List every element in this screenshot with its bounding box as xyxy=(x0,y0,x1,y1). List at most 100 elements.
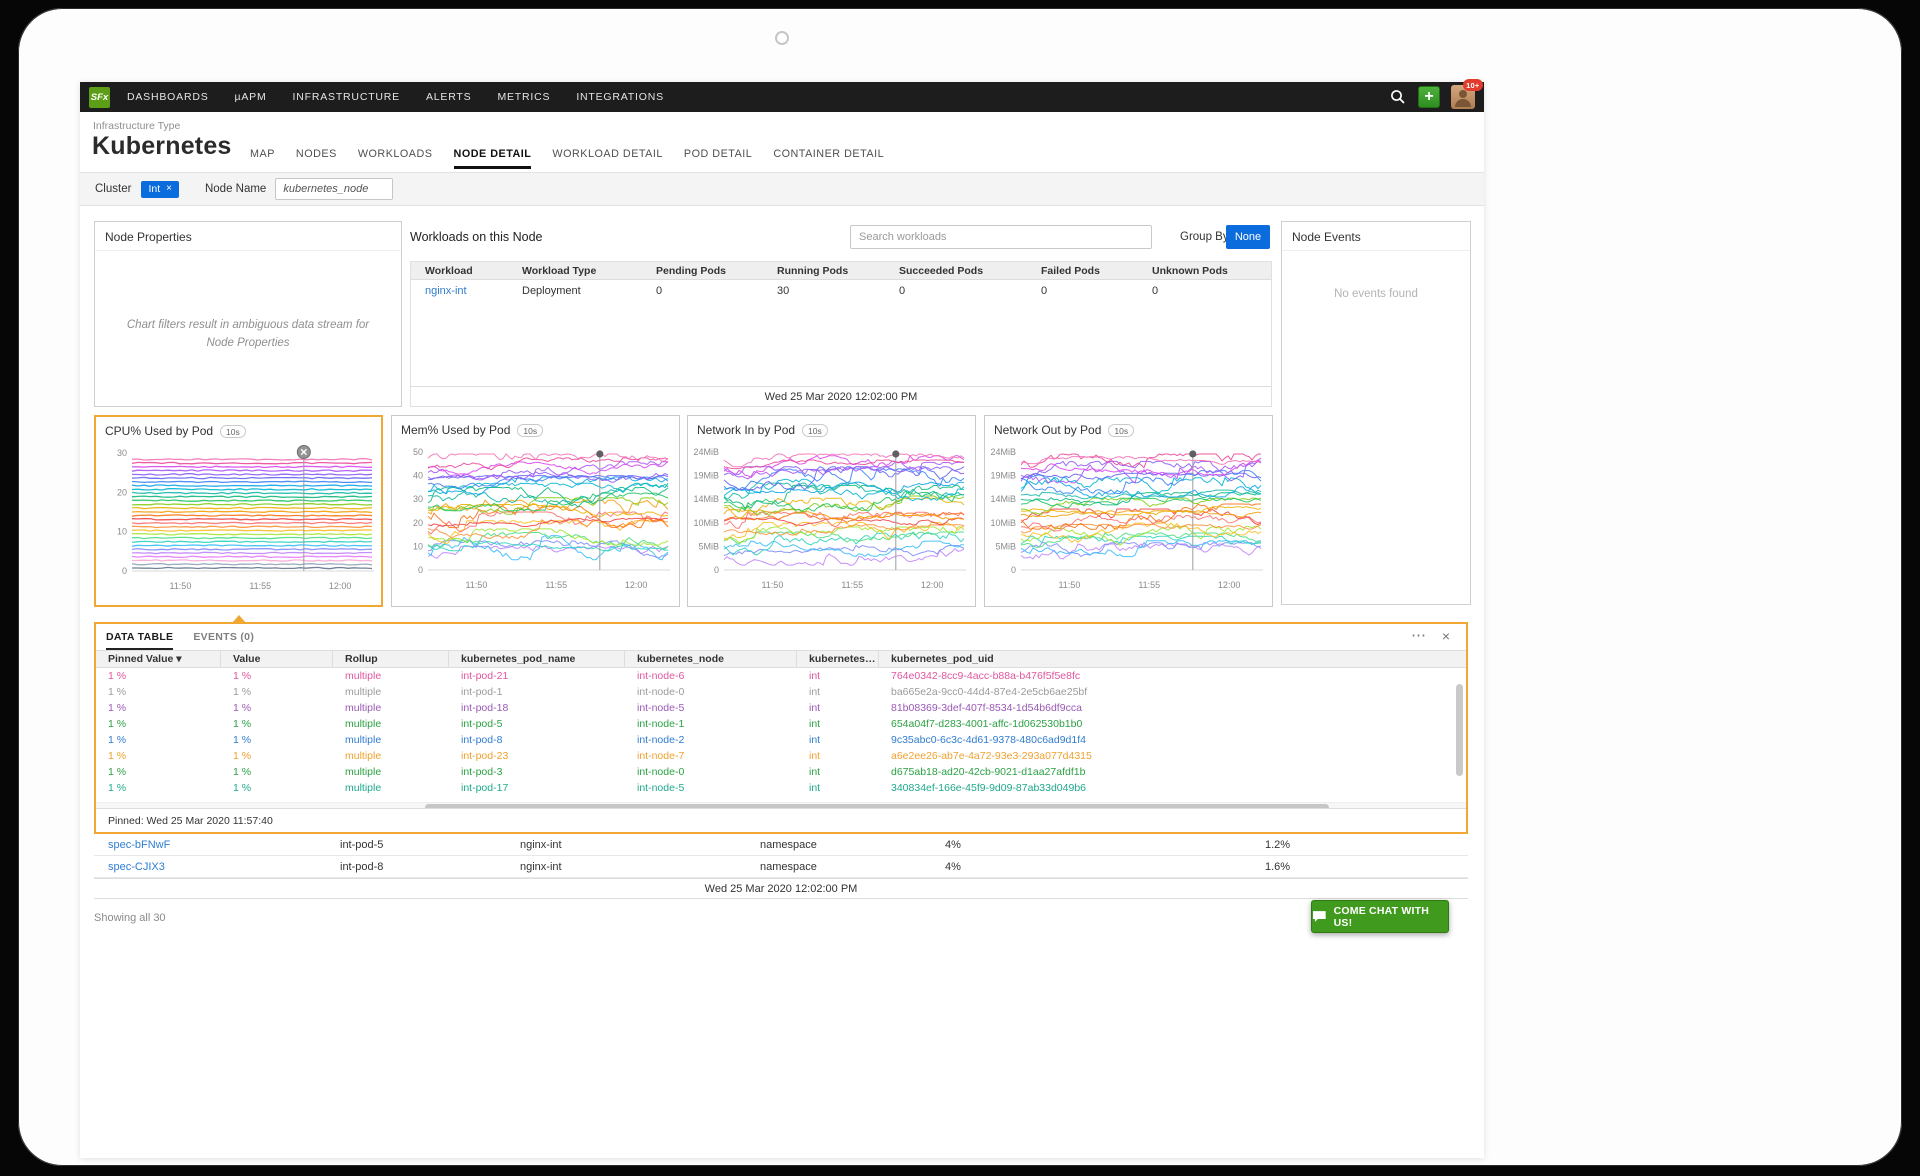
column-header-value[interactable]: Value xyxy=(221,651,333,667)
cell: int-pod-5 xyxy=(449,716,625,732)
nav-item-infrastructure[interactable]: INFRASTRUCTURE xyxy=(293,91,400,103)
tab-pod-detail[interactable]: POD DETAIL xyxy=(684,148,752,169)
nav-item-integrations[interactable]: INTEGRATIONS xyxy=(576,91,664,103)
group-by-button[interactable]: None xyxy=(1226,225,1270,249)
cell: 0 xyxy=(1138,280,1271,302)
node-name-label: Node Name xyxy=(205,183,266,195)
chip-remove-icon[interactable]: × xyxy=(166,184,172,194)
cell: int-node-7 xyxy=(625,748,797,764)
chat-bubble-icon xyxy=(1312,910,1327,923)
column-header-kubernetes-node[interactable]: kubernetes_node xyxy=(625,651,797,667)
cell: 1 % xyxy=(96,684,221,700)
column-header-kubernetes[interactable]: kubernetes… xyxy=(797,651,879,667)
spec-link[interactable]: spec-bFNwF xyxy=(108,834,170,856)
svg-text:0: 0 xyxy=(714,565,719,575)
pod-table-row[interactable]: spec-CJIX3int-pod-8nginx-intnamespace4%1… xyxy=(94,856,1468,878)
column-header-pinned-value[interactable]: Pinned Value ▾ xyxy=(96,651,221,667)
node-properties-panel: Node Properties Chart filters result in … xyxy=(94,221,402,407)
search-icon[interactable] xyxy=(1389,88,1407,106)
data-table-row[interactable]: 1 %1 %multipleint-pod-17int-node-5int340… xyxy=(96,780,1466,796)
chart-mem-canvas[interactable]: 0102030405011:5011:5512:00 xyxy=(392,438,679,601)
chart-network-in-canvas[interactable]: 05MiB10MiB14MiB19MiB24MiB11:5011:5512:00 xyxy=(688,438,975,601)
column-header-running-pods[interactable]: Running Pods xyxy=(763,262,885,279)
column-header-kubernetes-pod-name[interactable]: kubernetes_pod_name xyxy=(449,651,625,667)
chart-card-mem[interactable]: Mem% Used by Pod 10s 0102030405011:5011:… xyxy=(391,415,680,607)
cell: nginx-int xyxy=(520,834,562,856)
showing-count-label: Showing all 30 xyxy=(94,912,166,924)
top-navbar: SFx DASHBOARDS µAPM INFRASTRUCTURE ALERTS ME… xyxy=(80,82,1484,112)
add-button[interactable]: + xyxy=(1418,86,1440,108)
cell: multiple xyxy=(333,684,449,700)
nav-item-dashboards[interactable]: DASHBOARDS xyxy=(127,91,209,103)
cell: int-pod-21 xyxy=(449,668,625,684)
sfx-logo[interactable]: SFx xyxy=(89,87,110,108)
column-header-workload[interactable]: Workload xyxy=(411,262,508,279)
notification-badge[interactable]: 10+ xyxy=(1463,79,1483,91)
more-options-icon[interactable]: ⋯ xyxy=(1411,626,1426,644)
svg-text:11:50: 11:50 xyxy=(465,580,487,590)
chat-button[interactable]: COME CHAT WITH US! xyxy=(1311,900,1449,933)
resolution-badge: 10s xyxy=(517,424,543,437)
data-table-row[interactable]: 1 %1 %multipleint-pod-23int-node-7inta6e… xyxy=(96,748,1466,764)
spec-link[interactable]: spec-CJIX3 xyxy=(108,856,165,878)
column-header-workload-type[interactable]: Workload Type xyxy=(508,262,642,279)
svg-text:11:55: 11:55 xyxy=(1138,580,1160,590)
workloads-search-input[interactable] xyxy=(850,225,1152,249)
svg-text:30: 30 xyxy=(413,494,423,504)
cell: 0 xyxy=(642,280,763,302)
cell: int-node-6 xyxy=(625,668,797,684)
nav-item-apm[interactable]: µAPM xyxy=(235,91,267,103)
column-header-kubernetes-pod-uid[interactable]: kubernetes_pod_uid xyxy=(879,651,1466,667)
tab-map[interactable]: MAP xyxy=(250,148,275,169)
cell: 1 % xyxy=(96,732,221,748)
column-header-rollup[interactable]: Rollup xyxy=(333,651,449,667)
table-row[interactable]: nginx-intDeployment030000 xyxy=(411,280,1271,302)
chart-network-out-canvas[interactable]: 05MiB10MiB14MiB19MiB24MiB11:5011:5512:00 xyxy=(985,438,1272,601)
cell: multiple xyxy=(333,668,449,684)
tab-node-detail[interactable]: NODE DETAIL xyxy=(454,148,532,169)
tab-nodes[interactable]: NODES xyxy=(296,148,337,169)
cell: 0 xyxy=(885,280,1027,302)
data-table-row[interactable]: 1 %1 %multipleint-pod-18int-node-5int81b… xyxy=(96,700,1466,716)
chart-card-network-in[interactable]: Network In by Pod 10s 05MiB10MiB14MiB19M… xyxy=(687,415,976,607)
cell: 1 % xyxy=(96,748,221,764)
pod-table-row[interactable]: spec-bFNwFint-pod-5nginx-intnamespace4%1… xyxy=(94,834,1468,856)
column-header-succeeded-pods[interactable]: Succeeded Pods xyxy=(885,262,1027,279)
tab-workload-detail[interactable]: WORKLOAD DETAIL xyxy=(552,148,663,169)
chart-card-cpu[interactable]: CPU% Used by Pod 10s 010203011:5011:5512… xyxy=(94,415,383,607)
node-name-input[interactable] xyxy=(275,178,393,200)
svg-text:12:00: 12:00 xyxy=(921,580,944,590)
workloads-table-header: WorkloadWorkload TypePending PodsRunning… xyxy=(411,262,1271,280)
column-header-unknown-pods[interactable]: Unknown Pods xyxy=(1138,262,1271,279)
chart-cpu-canvas[interactable]: 010203011:5011:5512:00 xyxy=(96,439,381,602)
nav-item-metrics[interactable]: METRICS xyxy=(497,91,550,103)
column-header-pending-pods[interactable]: Pending Pods xyxy=(642,262,763,279)
tab-container-detail[interactable]: CONTAINER DETAIL xyxy=(773,148,884,169)
cell: int-pod-8 xyxy=(340,856,383,878)
tablet-frame: SFx DASHBOARDS µAPM INFRASTRUCTURE ALERTS ME… xyxy=(18,8,1902,1166)
chart-card-network-out[interactable]: Network Out by Pod 10s 05MiB10MiB14MiB19… xyxy=(984,415,1273,607)
tab-workloads[interactable]: WORKLOADS xyxy=(358,148,433,169)
cell: 1 % xyxy=(96,764,221,780)
chart-title: Network In by Pod xyxy=(697,423,795,437)
cell: 1 % xyxy=(221,748,333,764)
data-table-row[interactable]: 1 %1 %multipleint-pod-3int-node-0intd675… xyxy=(96,764,1466,780)
vertical-scrollbar-thumb[interactable] xyxy=(1456,684,1463,776)
data-table-row[interactable]: 1 %1 %multipleint-pod-8int-node-2int9c35… xyxy=(96,732,1466,748)
data-table-row[interactable]: 1 %1 %multipleint-pod-21int-node-6int764… xyxy=(96,668,1466,684)
chart-title: CPU% Used by Pod xyxy=(105,424,213,438)
data-table-row[interactable]: 1 %1 %multipleint-pod-1int-node-0intba66… xyxy=(96,684,1466,700)
nav-item-alerts[interactable]: ALERTS xyxy=(426,91,471,103)
workload-link[interactable]: nginx-int xyxy=(411,280,508,302)
data-table-row[interactable]: 1 %1 %multipleint-pod-5int-node-1int654a… xyxy=(96,716,1466,732)
svg-text:11:55: 11:55 xyxy=(249,581,271,591)
tab-events[interactable]: EVENTS (0) xyxy=(193,624,254,650)
tab-data-table[interactable]: DATA TABLE xyxy=(106,624,173,650)
cluster-chip[interactable]: Int × xyxy=(141,181,179,198)
column-header-failed-pods[interactable]: Failed Pods xyxy=(1027,262,1138,279)
cell: int xyxy=(797,732,879,748)
avatar[interactable]: 10+ xyxy=(1451,85,1475,109)
cell: namespace xyxy=(760,856,817,878)
close-icon[interactable]: × xyxy=(1442,628,1450,644)
cell: int xyxy=(797,668,879,684)
